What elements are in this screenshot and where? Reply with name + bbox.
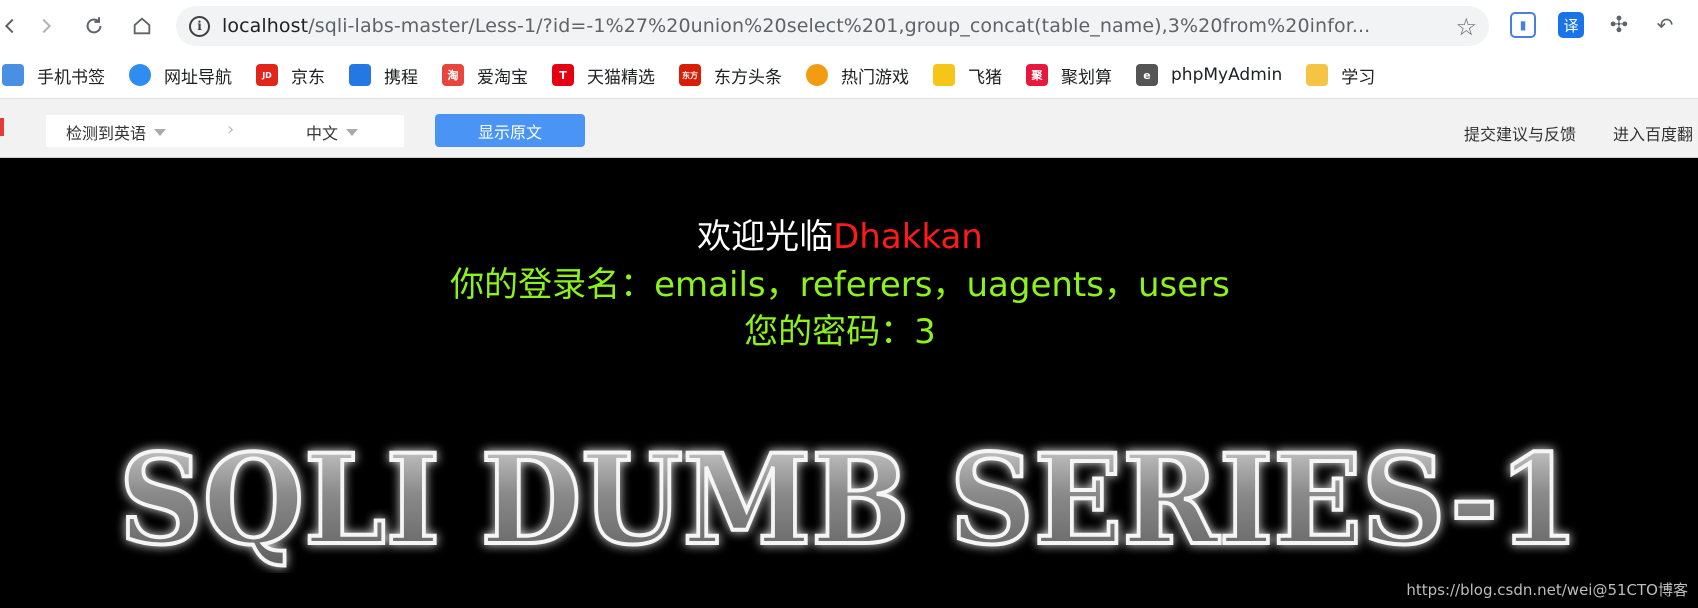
url-path: /sqli-labs-master/Less-1/?id=-1%27%20uni… — [308, 15, 1371, 37]
welcome-name: Dhakkan — [833, 217, 983, 257]
bookmark-star-icon[interactable]: ☆ — [1455, 13, 1477, 41]
bookmark-item[interactable]: T 天猫精选 — [540, 58, 667, 92]
mouse-extension-icon[interactable]: ▮ — [1510, 12, 1536, 38]
bookmark-item[interactable]: 飞猪 — [921, 58, 1014, 92]
tmall-icon: T — [552, 64, 574, 86]
bookmark-item[interactable]: e phpMyAdmin — [1124, 58, 1294, 92]
welcome-prefix: 欢迎光临 — [697, 217, 834, 257]
back-arrow-icon — [4, 18, 14, 34]
undo-icon[interactable]: ↶ — [1652, 12, 1678, 38]
url-text[interactable]: localhost/sqli-labs-master/Less-1/?id=-1… — [222, 15, 1428, 37]
password-result: 您的密码：3 — [744, 312, 936, 352]
bookmark-item[interactable]: 东方 东方头条 — [667, 58, 794, 92]
bookmark-label: 京东 — [291, 67, 325, 88]
phone-bookmark-icon — [2, 64, 24, 86]
bookmark-item[interactable]: 手机书签 — [0, 58, 117, 92]
bookmark-item[interactable]: 聚聚划算 — [1014, 58, 1124, 92]
taobao-icon: 淘 — [442, 64, 464, 86]
jd-icon: JD — [256, 64, 278, 86]
bookmark-item[interactable]: 网址导航 — [117, 58, 244, 92]
feedback-link[interactable]: 提交建议与反馈 — [1464, 121, 1576, 145]
source-language-label: 检测到英语 — [66, 124, 147, 143]
phpmyadmin-icon: e — [1136, 64, 1158, 86]
welcome-line: 欢迎光临Dhakkan — [0, 209, 1680, 258]
sqli-dumb-series-banner: SQLI DUMB SERIES-1 — [117, 426, 1581, 573]
bookmark-item[interactable]: 携程 — [337, 58, 430, 92]
source-language-dropdown[interactable]: 检测到英语 — [66, 120, 167, 144]
bookmark-item[interactable]: 淘爱淘宝 — [430, 58, 540, 92]
games-icon — [806, 64, 828, 86]
translate-extension-icon[interactable]: 译 — [1558, 12, 1584, 38]
login-name-result: 你的登录名：emails，referers，uagents，users — [450, 265, 1230, 305]
address-bar[interactable]: i localhost/sqli-labs-master/Less-1/?id=… — [176, 6, 1489, 46]
site-info-icon[interactable]: i — [189, 15, 210, 37]
forward-button[interactable] — [30, 8, 62, 44]
bookmark-label: 东方头条 — [714, 67, 782, 88]
bookmark-label: phpMyAdmin — [1171, 65, 1283, 85]
chevron-down-icon — [154, 129, 167, 136]
home-button[interactable] — [126, 8, 158, 44]
banner-text: SQLI DUMB SERIES-1 — [119, 428, 1579, 573]
bookmark-label: 飞猪 — [968, 67, 1002, 88]
back-button[interactable] — [0, 8, 26, 44]
translate-extension-label: 译 — [1563, 16, 1579, 35]
bookmark-label: 热门游戏 — [841, 67, 909, 88]
watermark-text: https://blog.csdn.net/wei@51CTO博客 — [1406, 581, 1688, 599]
language-selector: 检测到英语 › 中文 — [46, 115, 404, 147]
folder-icon — [1306, 64, 1329, 86]
enter-baidu-translate-link[interactable]: 进入百度翻 — [1613, 121, 1693, 145]
bookmark-label: 天猫精选 — [587, 67, 655, 88]
bookmarks-bar: 手机书签 网址导航 JD 京东 携程淘爱淘宝 T 天猫精选 东方 东方头条 热门游戏 飞猪聚聚划算 e… — [0, 52, 1698, 98]
page-content: 欢迎光临Dhakkan 你的登录名：emails，referers，uagent… — [0, 159, 1698, 608]
chevron-down-icon — [346, 129, 359, 136]
forward-arrow-icon — [42, 18, 52, 34]
bookmark-item[interactable]: 学习 — [1294, 58, 1387, 92]
extensions-puzzle-icon[interactable]: ✣ — [1606, 12, 1632, 38]
target-language-label: 中文 — [306, 124, 339, 143]
dftt-icon: 东方 — [679, 64, 701, 86]
bookmark-label: 聚划算 — [1061, 67, 1112, 88]
bookmark-item[interactable]: 热门游戏 — [794, 58, 921, 92]
target-language-dropdown[interactable]: 中文 — [306, 120, 359, 144]
chevron-right-icon: › — [227, 119, 235, 140]
juhuasuan-icon: 聚 — [1026, 64, 1048, 86]
bookmark-item[interactable]: JD 京东 — [244, 58, 337, 92]
reload-icon — [86, 17, 102, 34]
browser-toolbar: i localhost/sqli-labs-master/Less-1/?id=… — [0, 0, 1698, 52]
translate-logo-icon — [0, 118, 4, 136]
home-icon — [133, 17, 151, 35]
show-original-button[interactable]: 显示原文 — [435, 114, 585, 147]
reload-button[interactable] — [78, 8, 110, 44]
translate-bar: 检测到英语 › 中文 显示原文 提交建议与反馈 进入百度翻 — [0, 98, 1698, 158]
bookmark-label: 携程 — [384, 67, 418, 88]
url-host: localhost — [222, 15, 309, 37]
bookmark-label: 手机书签 — [37, 67, 105, 88]
bookmark-label: 爱淘宝 — [477, 67, 528, 88]
bookmark-label: 学习 — [1341, 67, 1376, 88]
ctrip-icon — [349, 64, 371, 86]
nav-icon — [129, 64, 151, 86]
fliggy-icon — [933, 64, 955, 86]
bookmark-label: 网址导航 — [164, 67, 232, 88]
